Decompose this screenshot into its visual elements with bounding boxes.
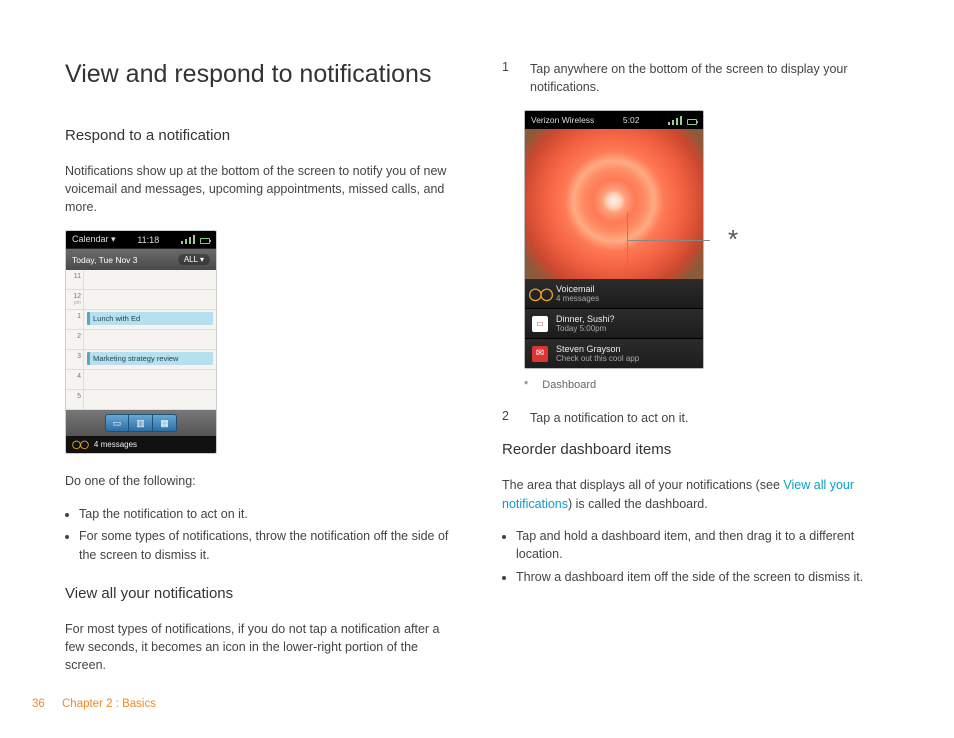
bullet-list-reorder: Tap and hold a dashboard item, and then … — [502, 527, 889, 587]
heading-view-all: View all your notifications — [65, 585, 452, 602]
week-view-tab: ▥ — [129, 414, 153, 432]
dashboard-item-voicemail: ◯◯ Voicemail 4 messages — [525, 279, 703, 309]
phone1-date-bar: Today, Tue Nov 3 ALL ▾ — [66, 248, 216, 270]
step-text: Tap a notification to act on it. — [530, 409, 688, 427]
voicemail-icon: ◯◯ — [72, 440, 88, 449]
calendar-event: Marketing strategy review — [87, 352, 213, 365]
dashboard-item-text: Dinner, Sushi? Today 5:00pm — [556, 314, 615, 333]
list-item: Tap and hold a dashboard item, and then … — [516, 527, 889, 565]
step-text: Tap anywhere on the bottom of the screen… — [530, 60, 889, 96]
step-1: 1 Tap anywhere on the bottom of the scre… — [502, 60, 889, 96]
left-column: View and respond to notifications Respon… — [65, 60, 452, 688]
battery-icon — [687, 119, 697, 125]
phone1-filter: ALL ▾ — [178, 254, 210, 265]
day-view-tab: ▭ — [105, 414, 129, 432]
battery-icon — [200, 238, 210, 244]
heading-respond: Respond to a notification — [65, 127, 452, 144]
step-number: 1 — [502, 60, 512, 96]
para-respond-intro: Notifications show up at the bottom of t… — [65, 162, 452, 216]
phone1-calendar-grid: 11 12pm 1Lunch with Ed 2 3Marketing stra… — [66, 270, 216, 410]
list-item: Throw a dashboard item off the side of t… — [516, 568, 889, 587]
dashboard: ◯◯ Voicemail 4 messages ▭ Dinner, Sushi?… — [525, 279, 703, 368]
mail-icon: ✉ — [532, 346, 548, 362]
wallpaper-flower-image — [525, 129, 703, 279]
hour-label: 1 — [66, 310, 84, 329]
day-icon: ▭ — [113, 418, 122, 429]
heading-reorder: Reorder dashboard items — [502, 441, 889, 458]
step-number: 2 — [502, 409, 512, 427]
hour-label: 5 — [66, 390, 84, 409]
dashboard-item-message: ✉ Steven Grayson Check out this cool app — [525, 339, 703, 368]
phone1-statusbar: Calendar ▾ 11:18 — [66, 231, 216, 248]
hour-label: 3 — [66, 350, 84, 369]
phone1-app-label: Calendar ▾ — [72, 234, 116, 245]
footnote-symbol: * — [524, 379, 528, 391]
month-view-tab: ▦ — [153, 414, 177, 432]
list-item: For some types of notifications, throw t… — [79, 527, 452, 565]
hour-label: 12pm — [66, 290, 84, 309]
step-2: 2 Tap a notification to act on it. — [502, 409, 889, 427]
list-item: Tap the notification to act on it. — [79, 505, 452, 524]
figure-dashboard-screenshot: Verizon Wireless 5:02 ◯◯ Voicemail 4 mes… — [524, 110, 889, 369]
callout-asterisk: * — [728, 224, 738, 255]
dashboard-item-calendar: ▭ Dinner, Sushi? Today 5:00pm — [525, 309, 703, 339]
page-body: View and respond to notifications Respon… — [0, 0, 954, 728]
dashboard-item-text: Voicemail 4 messages — [556, 284, 599, 303]
signal-icon — [668, 116, 697, 125]
month-icon: ▦ — [160, 418, 169, 429]
page-title: View and respond to notifications — [65, 60, 452, 89]
footnote-text: Dashboard — [542, 379, 596, 391]
phone1-view-tabs: ▭ ▥ ▦ — [66, 410, 216, 436]
page-number: 36 — [32, 698, 45, 710]
phone1-notification-bar: ◯◯ 4 messages — [66, 436, 216, 453]
hour-label: 2 — [66, 330, 84, 349]
phone2-statusbar: Verizon Wireless 5:02 — [525, 111, 703, 129]
calendar-icon: ▭ — [532, 316, 548, 332]
bullet-list-respond: Tap the notification to act on it. For s… — [65, 505, 452, 565]
phone1-date: Today, Tue Nov 3 — [72, 255, 138, 265]
hour-label: 11 — [66, 270, 84, 289]
voicemail-icon: ◯◯ — [532, 286, 548, 302]
dashboard-item-text: Steven Grayson Check out this cool app — [556, 344, 639, 363]
phone2-clock: 5:02 — [623, 115, 640, 125]
right-column: 1 Tap anywhere on the bottom of the scre… — [502, 60, 889, 688]
para-do-one: Do one of the following: — [65, 472, 452, 490]
chapter-label: Chapter 2 : Basics — [62, 698, 156, 710]
page-footer: 36 Chapter 2 : Basics — [32, 698, 156, 710]
phone1-clock: 11:18 — [137, 235, 159, 245]
figure-calendar-screenshot: Calendar ▾ 11:18 Today, Tue Nov 3 ALL ▾ … — [65, 230, 217, 454]
signal-icon — [181, 235, 210, 244]
phone1-notif-text: 4 messages — [94, 440, 137, 449]
hour-label: 4 — [66, 370, 84, 389]
para-view-all: For most types of notifications, if you … — [65, 620, 452, 674]
week-icon: ▥ — [136, 418, 145, 429]
calendar-event: Lunch with Ed — [87, 312, 213, 325]
phone2-carrier: Verizon Wireless — [531, 115, 594, 125]
footnote: * Dashboard — [524, 379, 889, 391]
para-reorder-intro: The area that displays all of your notif… — [502, 476, 889, 512]
